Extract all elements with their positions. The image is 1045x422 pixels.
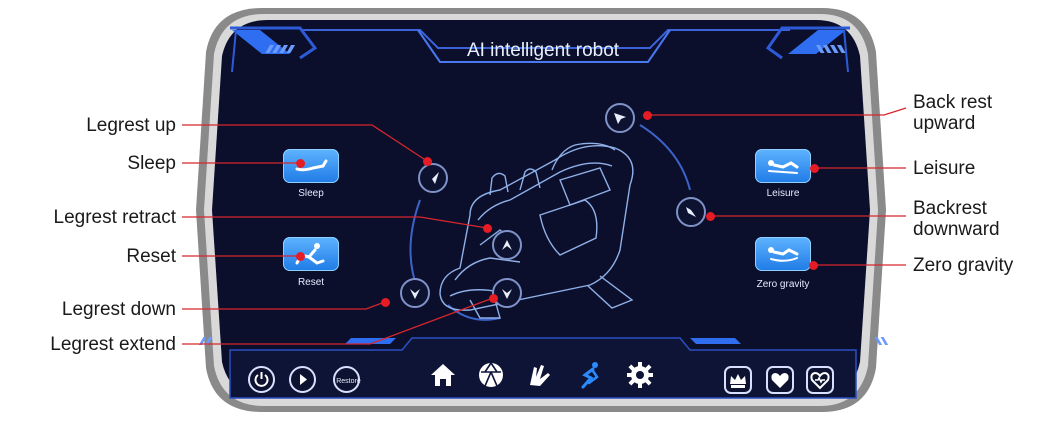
hands-icon[interactable]	[524, 359, 556, 391]
leisure-button[interactable]	[755, 149, 811, 183]
callout-dot	[422, 156, 432, 166]
callout-backrest-downward: Backrest downward	[913, 198, 1000, 240]
health-heart-icon	[810, 371, 830, 390]
reset-label: Reset	[297, 277, 325, 288]
callout-legrest-down: Legrest down	[61, 299, 176, 320]
power-icon	[254, 372, 269, 387]
callout-dot	[295, 158, 305, 168]
reset-button[interactable]	[283, 237, 339, 271]
arrow-down-right-icon	[686, 207, 696, 217]
callout-dot	[642, 110, 652, 120]
callout-back-rest-upward: Back rest upward	[913, 92, 993, 134]
callout-legrest-up: Legrest up	[86, 115, 176, 136]
arrow-up-right-icon	[427, 172, 439, 184]
body-icon[interactable]	[573, 359, 605, 391]
callout-zero-gravity: Zero gravity	[913, 255, 1014, 276]
home-icon[interactable]	[427, 359, 459, 391]
callout-dot	[488, 293, 498, 303]
heart-icon	[771, 373, 789, 388]
screen-title: AI intelligent robot	[466, 40, 620, 61]
zero-gravity-icon	[768, 247, 799, 262]
callout-sleep: Sleep	[127, 153, 176, 174]
callout-reset: Reset	[126, 246, 176, 267]
play-button[interactable]	[289, 366, 316, 393]
restore-button[interactable]: Restore	[333, 366, 361, 393]
health-button[interactable]	[806, 366, 834, 394]
sleep-label: Sleep	[298, 188, 324, 199]
sleep-button[interactable]	[283, 149, 339, 183]
legrest-down-button[interactable]	[400, 278, 430, 308]
callout-dot	[808, 260, 818, 270]
callout-legrest-retract: Legrest retract	[53, 207, 177, 228]
vip-crown-icon	[730, 374, 746, 388]
callout-leisure: Leisure	[913, 158, 976, 179]
callout-dot	[295, 251, 305, 261]
zero-gravity-label: Zero gravity	[756, 279, 810, 290]
leisure-icon	[768, 160, 799, 174]
sleep-icon	[295, 159, 328, 172]
restore-label: Restore	[336, 378, 361, 385]
callout-dot	[380, 297, 390, 307]
backrest-downward-button[interactable]	[676, 197, 706, 227]
callout-dot	[809, 163, 819, 173]
reset-icon	[295, 243, 325, 265]
callout-legrest-extend: Legrest extend	[50, 334, 176, 355]
product-diagram: AI intelligent robot Sleep Reset Leisure	[0, 0, 1045, 422]
arrow-up-left-icon	[614, 113, 626, 124]
callout-dot	[482, 223, 492, 233]
chevron-up-icon	[502, 240, 512, 250]
backrest-upward-button[interactable]	[605, 103, 635, 133]
favorite-button[interactable]	[766, 366, 794, 394]
legrest-retract-button[interactable]	[492, 230, 522, 260]
vip-button[interactable]	[724, 366, 752, 394]
legrest-extend-button[interactable]	[492, 278, 522, 308]
chevron-down-icon	[410, 289, 420, 299]
power-button[interactable]	[248, 366, 275, 393]
legrest-up-button[interactable]	[418, 163, 448, 193]
play-icon	[300, 374, 307, 385]
ball-icon[interactable]	[475, 359, 507, 391]
leisure-label: Leisure	[766, 188, 800, 199]
callout-dot	[705, 211, 715, 221]
gear-icon[interactable]	[624, 359, 656, 391]
zero-gravity-button[interactable]	[755, 237, 811, 271]
chevron-down-icon	[502, 289, 512, 299]
